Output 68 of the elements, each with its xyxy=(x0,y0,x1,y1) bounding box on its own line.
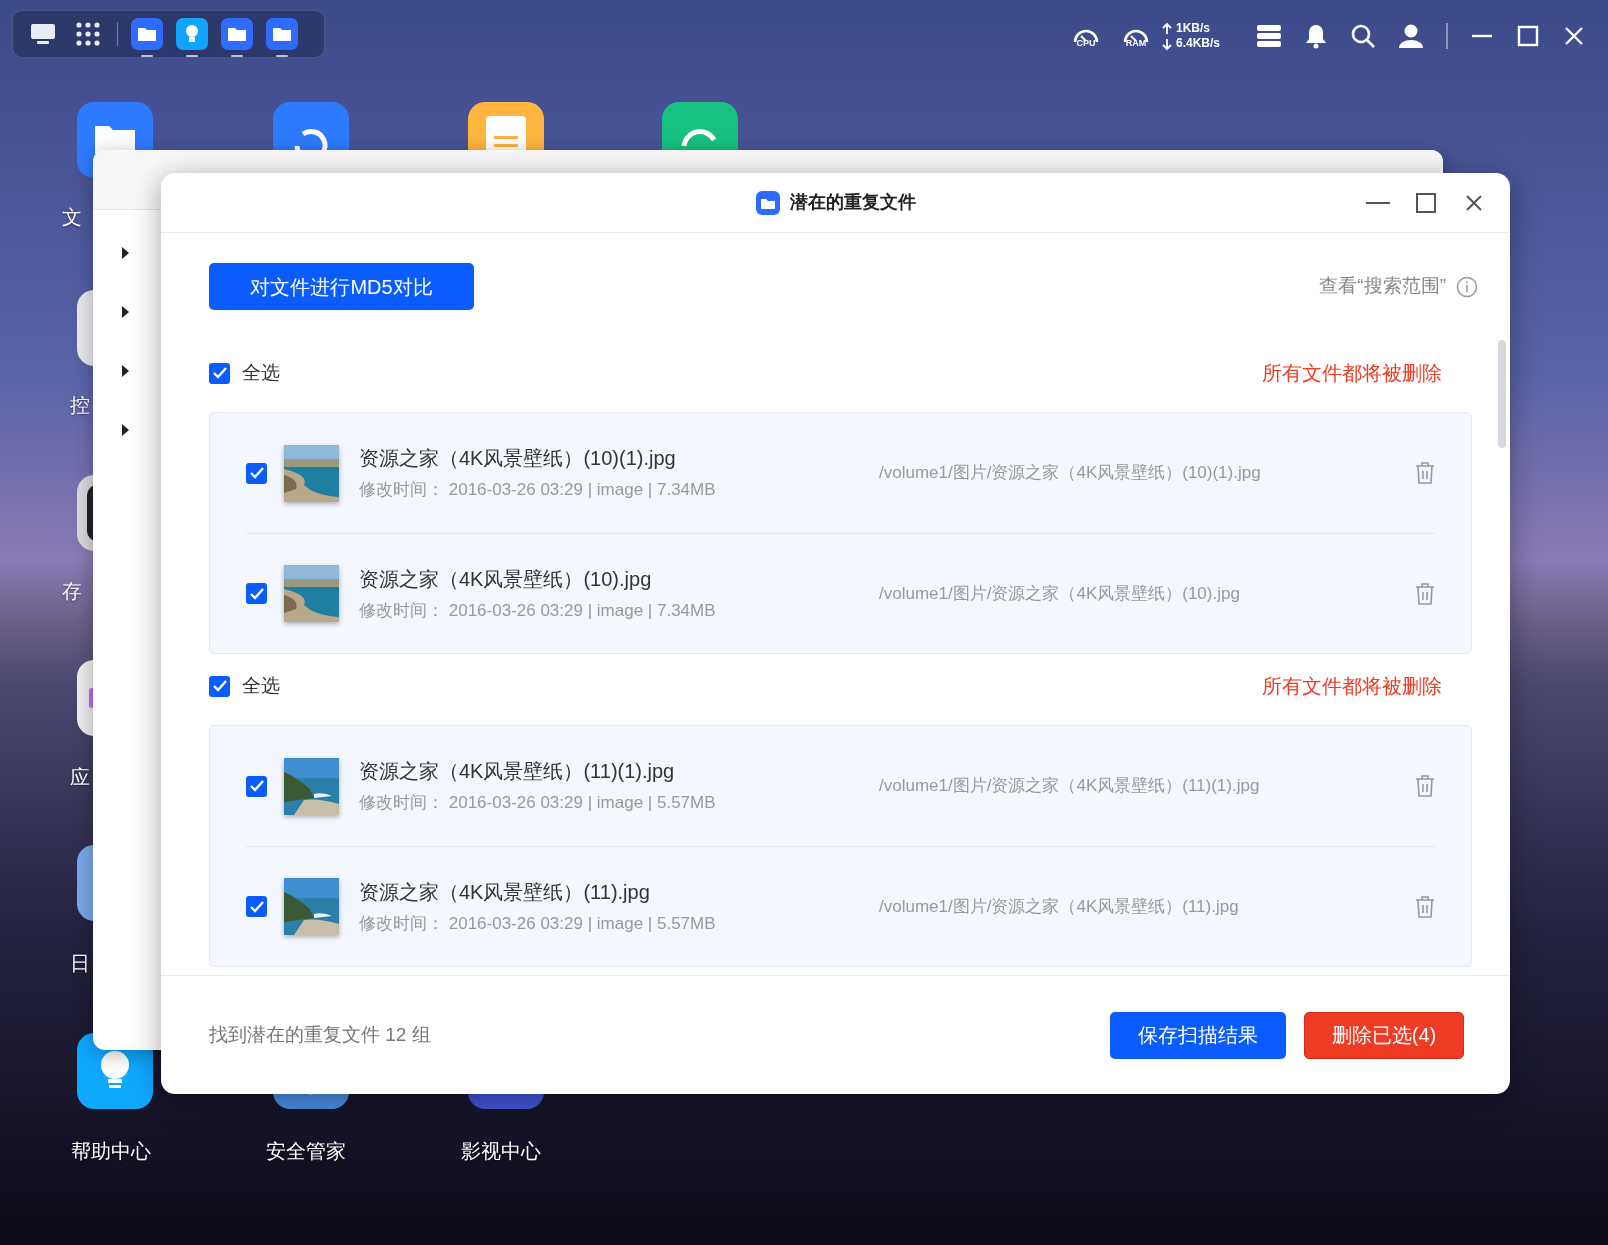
trash-icon[interactable] xyxy=(1415,462,1435,484)
select-all-label: 全选 xyxy=(242,673,280,698)
desktop-icon-label: 应 xyxy=(70,765,90,790)
scrollbar-thumb[interactable] xyxy=(1498,340,1506,448)
checkbox[interactable] xyxy=(246,583,267,604)
save-results-button[interactable]: 保存扫描结果 xyxy=(1110,1011,1286,1059)
calendar-icon[interactable] xyxy=(77,845,93,921)
checkbox[interactable] xyxy=(246,462,267,484)
upload-arrow-icon xyxy=(1161,21,1172,36)
bell-icon[interactable] xyxy=(1304,23,1328,49)
file-meta: 修改时间： 2016-03-26 03:29 | image | 5.57MB xyxy=(359,912,717,935)
info-icon[interactable] xyxy=(1456,275,1478,298)
checkbox[interactable] xyxy=(246,775,267,797)
server-icon[interactable] xyxy=(1256,24,1282,48)
caret-right-icon[interactable] xyxy=(120,247,130,259)
gauge-label: RAM xyxy=(1125,38,1147,48)
desktop-icon-label: 影视中心 xyxy=(461,1139,541,1164)
file-name: 资源之家（4K风景壁纸）(11).jpg xyxy=(359,879,651,905)
caret-right-icon[interactable] xyxy=(120,306,130,318)
app-icon[interactable] xyxy=(77,660,93,736)
desktop-icon-label: 帮助中心 xyxy=(71,1139,151,1164)
file-meta: 修改时间： 2016-03-26 03:29 | image | 7.34MB xyxy=(359,599,717,622)
checkbox[interactable] xyxy=(246,896,267,917)
file-name: 资源之家（4K风景壁纸）(10)(1).jpg xyxy=(359,446,677,472)
dialog-title: 潜在的重复文件 xyxy=(789,191,916,214)
trash-icon[interactable] xyxy=(1415,582,1435,605)
lightbulb-icon[interactable] xyxy=(176,18,208,50)
user-icon[interactable] xyxy=(1398,23,1424,49)
folder-icon[interactable] xyxy=(266,18,298,50)
maximize-icon[interactable] xyxy=(1516,24,1540,48)
folder-icon[interactable] xyxy=(131,18,163,50)
desktop-icon-label: 日 xyxy=(70,951,90,976)
desktop-icon-label: 控 xyxy=(70,393,90,418)
file-name: 资源之家（4K风景壁纸）(10).jpg xyxy=(359,566,653,592)
desktop-icon-label: 安全管家 xyxy=(266,1139,346,1164)
folder-icon[interactable] xyxy=(221,18,253,50)
app-grid-icon[interactable] xyxy=(75,21,101,47)
checkbox[interactable] xyxy=(209,675,230,697)
warning-text: 所有文件都将被删除 xyxy=(1262,674,1442,699)
caret-right-icon[interactable] xyxy=(120,365,130,377)
found-count-text: 找到潜在的重复文件 12 组 xyxy=(209,1022,431,1047)
file-path: /volume1/图片/资源之家（4K风景壁纸）(11)(1).jpg xyxy=(879,775,1260,798)
select-all-label: 全选 xyxy=(242,360,280,385)
storage-icon[interactable] xyxy=(77,475,93,551)
control-icon[interactable] xyxy=(77,290,93,366)
file-meta: 修改时间： 2016-03-26 03:29 | image | 5.57MB xyxy=(359,792,717,815)
trash-icon[interactable] xyxy=(1415,895,1435,918)
gauge-label: CPU xyxy=(1076,38,1096,48)
file-meta: 修改时间： 2016-03-26 03:29 | image | 7.34MB xyxy=(359,479,717,502)
file-name: 资源之家（4K风景壁纸）(11)(1).jpg xyxy=(359,759,676,785)
speed-text: 1KB/s xyxy=(1175,21,1210,36)
speed-text: 6.4KB/s xyxy=(1175,36,1220,51)
compare-button[interactable]: 对文件进行MD5对比 xyxy=(209,263,474,310)
desktop-icon-label: 文 xyxy=(62,205,82,230)
monitor-icon[interactable] xyxy=(30,22,56,46)
warning-text: 所有文件都将被删除 xyxy=(1262,361,1442,386)
trash-icon[interactable] xyxy=(1415,775,1435,797)
delete-selected-button[interactable]: 删除已选(4) xyxy=(1304,1011,1464,1059)
checkbox[interactable] xyxy=(209,362,230,384)
search-icon[interactable] xyxy=(1350,23,1376,49)
scope-link[interactable]: 查看“搜索范围” xyxy=(1319,272,1446,301)
desktop-icon-label: 存 xyxy=(62,579,82,604)
download-arrow-icon xyxy=(1161,36,1172,51)
caret-right-icon[interactable] xyxy=(120,424,130,436)
file-path: /volume1/图片/资源之家（4K风景壁纸）(11).jpg xyxy=(879,895,1239,918)
folder-icon xyxy=(755,190,780,215)
file-path: /volume1/图片/资源之家（4K风景壁纸）(10)(1).jpg xyxy=(879,462,1261,485)
file-path: /volume1/图片/资源之家（4K风景壁纸）(10).jpg xyxy=(879,582,1240,605)
